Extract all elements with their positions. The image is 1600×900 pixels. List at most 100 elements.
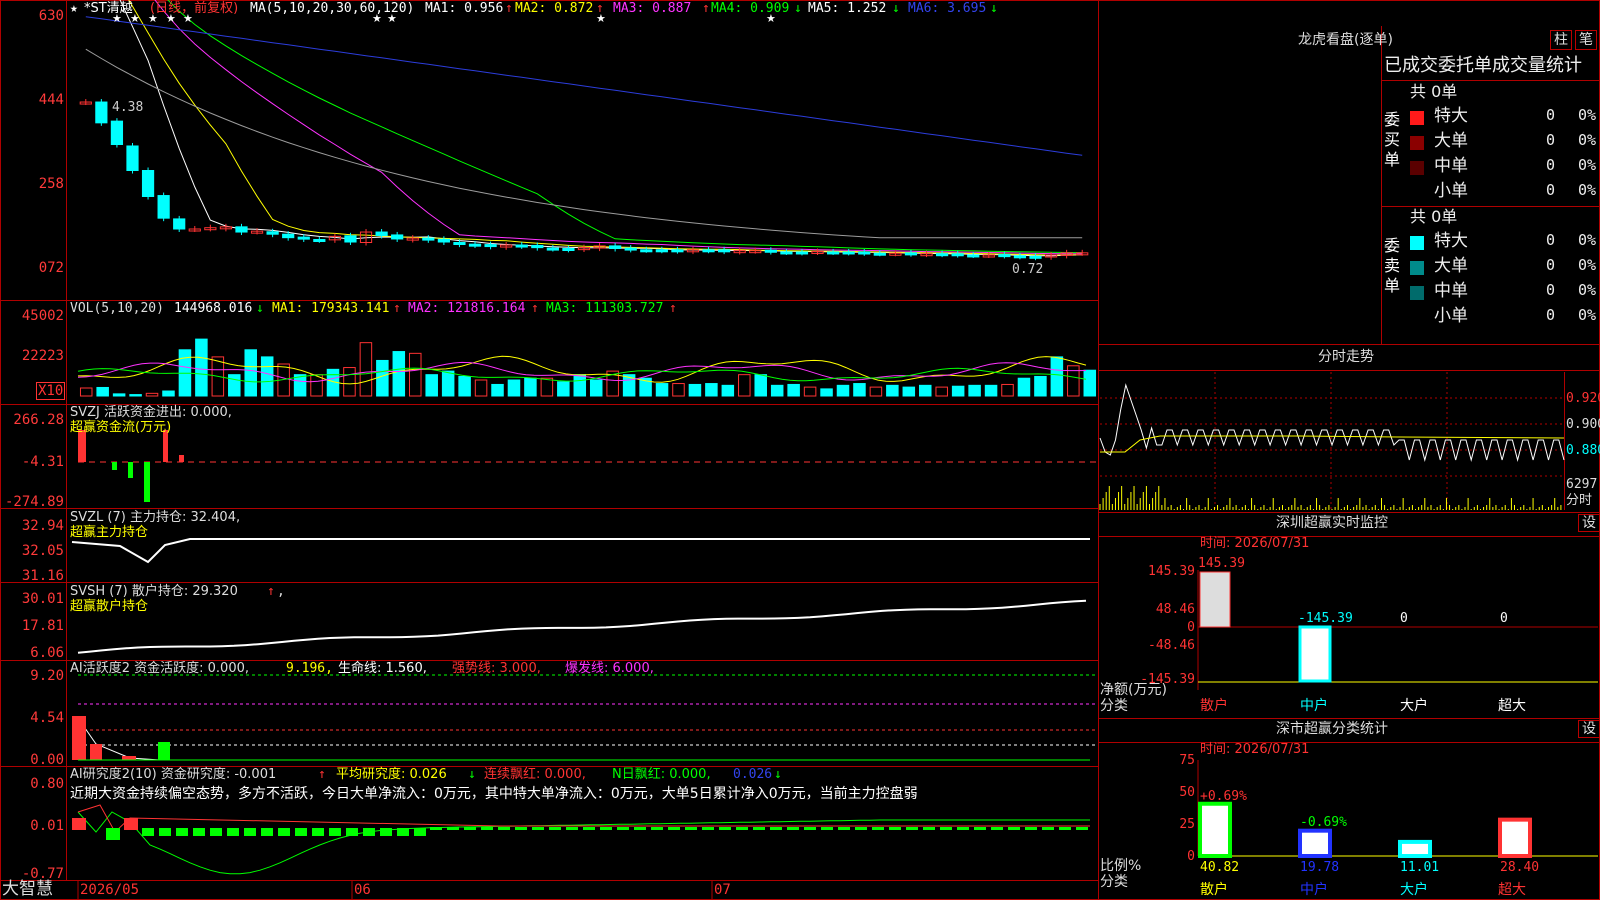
candle-body [780, 251, 793, 255]
monitor-bar-mid [1298, 625, 1332, 683]
candle-body [375, 231, 388, 237]
candle-body [873, 252, 886, 256]
volume-header: VOL(5,10,20) [70, 301, 164, 316]
ma3-arrow: ↑ [702, 1, 710, 16]
ma3-value: MA3: 0.887 [613, 1, 692, 16]
period-label: (日线，前复权) [150, 1, 239, 16]
candle-body [935, 253, 949, 257]
vol-ma2: MA2: 121816.164 [408, 301, 526, 316]
xaxis-label: 2026/05 [80, 882, 140, 898]
research-bar [498, 827, 510, 830]
svsh-sub: 超赢散户持仓 [70, 599, 149, 614]
volume-bar [195, 338, 208, 397]
candle-body [422, 237, 435, 241]
candle-body [344, 235, 357, 243]
stats-time: 时间: 2026/07/31 [1200, 742, 1310, 757]
candle-body [702, 249, 715, 253]
research-bar [1042, 827, 1054, 830]
candle-body [764, 249, 777, 253]
candle-body [655, 249, 668, 253]
stats-bar [1498, 817, 1532, 859]
svsh-line [77, 599, 1087, 654]
candle-body [484, 244, 497, 248]
research-bar [719, 827, 731, 830]
volume-bar [951, 385, 965, 397]
svzj-sub: 超赢资金流(万元) [70, 420, 172, 435]
yaxis-label: 0.80 [30, 776, 64, 792]
stock-name: *ST清越 [84, 1, 133, 16]
order-count: 0 [1546, 181, 1556, 199]
volume-bar [1034, 375, 1047, 397]
volume-bar [754, 374, 768, 397]
stats-yaxis: 50 [1179, 785, 1195, 800]
candle-body [1029, 255, 1042, 259]
order-percent: 0% [1578, 281, 1597, 299]
stats-settings-button[interactable]: 设 [1578, 720, 1600, 738]
volume-bar [524, 377, 537, 397]
monitor-y-title: 净额(万元) [1100, 682, 1167, 698]
candle-body [1013, 255, 1027, 259]
volume-bar [540, 377, 554, 397]
chart-mode-pen-button[interactable]: 笔 [1575, 30, 1597, 50]
stats-change-label: +0.69% [1200, 789, 1247, 804]
volume-bar [738, 374, 751, 397]
candle-body [95, 101, 108, 124]
candle-body [173, 218, 186, 230]
svzj-bar [179, 455, 184, 462]
volume-bar [688, 383, 702, 397]
svzl-header: SVZL (7) 主力持仓: 32.404, [70, 510, 241, 525]
research-bar [991, 827, 1003, 830]
vol-ma3-arrow: ↑ [669, 301, 677, 316]
monitor-time: 时间: 2026/07/31 [1200, 536, 1310, 551]
research-bar [227, 828, 239, 836]
ma1-arrow: ↑ [505, 1, 513, 16]
order-count: 0 [1546, 256, 1556, 274]
candle-body [313, 238, 326, 242]
monitor-yaxis: 145.39 [1148, 564, 1195, 579]
volume-bar [557, 381, 570, 397]
volume-bar [409, 352, 422, 397]
stats-category: 大户 [1400, 882, 1428, 898]
chart-mode-bar-button[interactable]: 柱 [1550, 30, 1572, 50]
ai-research-nday: N日飘红: 0.000, [612, 767, 711, 782]
high-price-note: 4.38 [112, 100, 144, 115]
order-size-label: 特大 [1434, 106, 1468, 126]
stats-value: 28.40 [1500, 860, 1540, 875]
candle-body [827, 251, 840, 255]
order-count: 0 [1546, 231, 1556, 249]
legend-swatch [1410, 236, 1424, 250]
volume-bar [935, 386, 948, 397]
sell-total: 共 0单 [1410, 207, 1458, 226]
candle-body [141, 170, 155, 197]
ma1-value: MA1: 0.956 [425, 1, 504, 16]
monitor-category: 中户 [1300, 698, 1328, 714]
svzj-bar [112, 462, 117, 470]
research-bar [447, 827, 459, 830]
research-bar [872, 827, 884, 830]
ai-research-summary: 近期大资金持续偏空态势，多方不活跃，今日大单净流入：0万元，其中特大单净流入：0… [70, 786, 918, 802]
volume-bar [458, 375, 471, 397]
research-bar [295, 828, 307, 836]
yaxis-label: 072 [38, 260, 64, 276]
intraday-yaxis: 0.900 [1566, 417, 1600, 432]
ma10-line [128, 0, 1083, 256]
yaxis-label: 4.54 [30, 710, 64, 726]
research-bar [106, 828, 120, 840]
legend-swatch [1410, 286, 1424, 300]
monitor-settings-button[interactable]: 设 [1578, 514, 1600, 532]
monitor-category: 超大 [1498, 698, 1526, 714]
research-bar [549, 827, 561, 830]
candle-body [718, 249, 731, 253]
research-bar [957, 827, 969, 830]
volume-bar [343, 367, 356, 397]
intraday-vol-unit: 分时 [1566, 493, 1593, 508]
yaxis-label: 266.28 [13, 412, 64, 428]
candle-body [126, 145, 139, 171]
ma5-line [119, 0, 1083, 257]
ai-active-header: AI活跃度2 资金活跃度: 0.000, [70, 661, 249, 676]
volume-bar [919, 384, 932, 397]
ai-research-last: 0.026 [733, 767, 773, 782]
yaxis-label: 630 [38, 8, 64, 24]
volume-bar [425, 374, 438, 397]
candle-body [453, 241, 466, 245]
